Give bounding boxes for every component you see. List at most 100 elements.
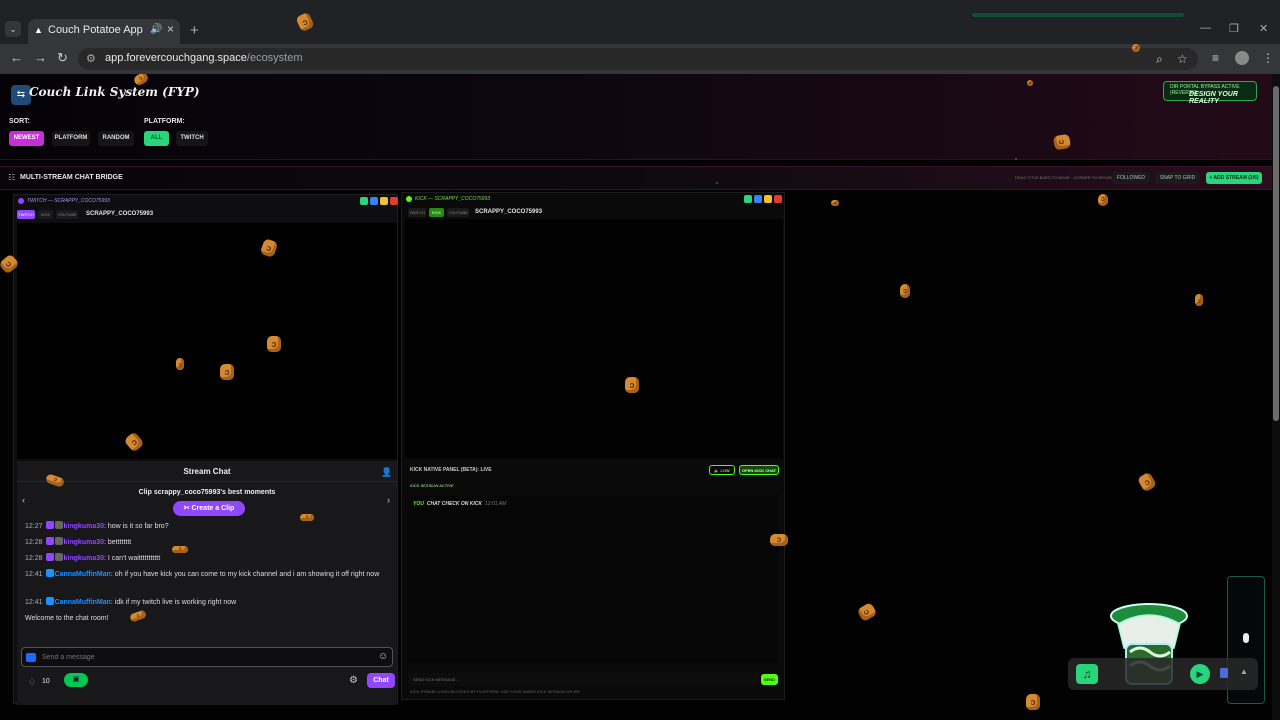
chat-username[interactable]: kingkuma30 <box>64 555 104 562</box>
glasses-badge-icon <box>54 521 63 529</box>
maximize-icon[interactable]: ❐ <box>1229 22 1239 35</box>
tab-strip-highlight <box>972 13 1184 17</box>
tab-twitch[interactable]: TWITCH <box>408 208 426 217</box>
address-bar[interactable]: ⚙ app.forevercouchgang.space/ecosystem ⌕… <box>78 48 1198 70</box>
panel-close-icon[interactable] <box>390 197 398 205</box>
close-tab-icon[interactable]: × <box>167 22 174 36</box>
chat-message: 12:27 kingkuma30: how is it so far bro? <box>25 521 169 530</box>
open-kick-chat-button[interactable]: OPEN KICK CHAT <box>739 465 779 475</box>
platform-twitch-button[interactable]: TWITCH <box>176 131 208 146</box>
chat-username[interactable]: CannaMuffinMan <box>55 599 111 606</box>
bridge-grid-icon: ☷ <box>8 173 16 182</box>
tab-youtube[interactable]: YOUTUBE <box>447 208 469 217</box>
panel-minimize-icon[interactable] <box>380 197 388 205</box>
sort-label: SORT: <box>9 118 30 125</box>
panel-expand-icon[interactable] <box>754 195 762 203</box>
gear-icon[interactable]: ⚙ <box>349 675 358 686</box>
chevron-right-icon[interactable]: › <box>387 495 390 505</box>
subscriber-badge-icon <box>45 521 54 529</box>
snap-to-grid-button[interactable]: SNAP TO GRID <box>1155 172 1200 184</box>
portal-status-badge: DIR PORTAL BYPASS ACTIVE (REVERSE) DESIG… <box>1163 81 1257 105</box>
claim-bonus-icon[interactable]: ▣ <box>64 673 88 687</box>
speaker-icon[interactable]: 🔊 <box>150 24 162 35</box>
channel-points-count: 10 <box>42 678 50 685</box>
favicon-icon: ▲ <box>34 25 43 35</box>
add-stream-button[interactable]: + ADD STREAM (2/6) <box>1206 172 1262 184</box>
chat-username[interactable]: kingkuma30 <box>64 523 104 530</box>
platform-all-button[interactable]: ALL <box>144 131 169 146</box>
expand-up-icon[interactable]: ▲ <box>1240 667 1248 676</box>
potato-icon: ɔ <box>1026 694 1040 710</box>
tab-twitch[interactable]: TWITCH <box>17 210 35 219</box>
chat-send-button[interactable]: Chat <box>367 673 395 688</box>
twitch-panel-title-bar[interactable]: TWITCH — SCRAPPY_COCO75993 <box>14 195 399 208</box>
scrollbar-thumb[interactable] <box>1273 86 1279 421</box>
browser-tab[interactable]: ▲ Couch Potatoe App 🔊 × <box>28 19 180 44</box>
panel-close-icon[interactable] <box>774 195 782 203</box>
followed-button[interactable]: FOLLOWED <box>1112 172 1150 184</box>
subscriber-badge-icon <box>45 553 54 561</box>
url-text[interactable]: app.forevercouchgang.space/ecosystem <box>105 52 303 64</box>
playlist-icon[interactable] <box>1220 668 1228 678</box>
minimize-icon[interactable]: — <box>1200 22 1211 34</box>
forward-icon[interactable]: → <box>34 50 47 65</box>
chat-identity-icon[interactable] <box>26 653 36 662</box>
kick-send-button[interactable]: SEND <box>761 674 778 685</box>
dock-toggle[interactable] <box>1243 633 1249 643</box>
kebab-menu-icon[interactable]: ⋮ <box>1262 51 1274 65</box>
media-control-icon[interactable]: ≡ <box>1212 51 1219 65</box>
bookmark-star-icon[interactable]: ☆ <box>1177 52 1188 66</box>
back-icon[interactable]: ← <box>10 50 23 65</box>
chat-username[interactable]: CannaMuffinMan <box>55 571 111 578</box>
potato-icon: ɔ <box>267 336 281 352</box>
twitch-video-player[interactable] <box>17 223 397 459</box>
page-scrollbar[interactable] <box>1272 74 1280 720</box>
chat-username[interactable]: kingkuma30 <box>64 539 104 546</box>
community-users-icon[interactable]: 👤 <box>381 467 392 478</box>
channel-points-icon[interactable]: ♢ <box>28 677 36 688</box>
new-tab-icon[interactable]: + <box>190 22 199 39</box>
twitch-panel-title: TWITCH — SCRAPPY_COCO75993 <box>27 198 110 204</box>
browser-toolbar: ← → ↻ ⚙ app.forevercouchgang.space/ecosy… <box>0 44 1280 74</box>
tab-youtube[interactable]: YOUTUBE <box>56 210 78 219</box>
site-info-icon[interactable]: ⚙ <box>86 52 96 65</box>
close-window-icon[interactable]: ✕ <box>1259 22 1268 35</box>
tab-search-icon[interactable]: ⌄ <box>5 21 21 37</box>
chat-message: 12:41 CannaMuffinMan: oh if you have kick… <box>25 569 380 578</box>
kick-panel-title: KICK — SCRAPPY_COCO75993 <box>415 196 491 202</box>
emoji-icon[interactable]: ☺ <box>378 651 388 662</box>
broadcaster-badge-icon <box>45 597 54 605</box>
chat-message-input[interactable] <box>42 648 362 666</box>
create-clip-button[interactable]: ✂ Create a Clip <box>173 501 245 516</box>
chat-message: 12:28 kingkuma30: I can't waittttttttttt <box>25 553 161 562</box>
potato-icon: ɔ <box>176 358 184 370</box>
panel-refresh-icon[interactable] <box>744 195 752 203</box>
glasses-badge-icon <box>54 537 63 545</box>
tab-kick[interactable]: KICK <box>38 210 53 219</box>
play-icon[interactable]: ▶ <box>1190 664 1210 684</box>
kick-message-input[interactable] <box>409 673 759 686</box>
sort-random-button[interactable]: RANDOM <box>98 131 134 146</box>
sort-platform-button[interactable]: PLATFORM <box>52 131 90 146</box>
sort-newest-button[interactable]: NEWEST <box>9 131 44 146</box>
tab-title: Couch Potatoe App <box>48 24 143 36</box>
music-note-icon[interactable]: ♫ <box>1076 664 1098 684</box>
menu-toggle-icon[interactable]: ⇆ <box>11 85 31 105</box>
chat-message-field[interactable]: ☺ <box>21 647 393 667</box>
panel-minimize-icon[interactable] <box>764 195 772 203</box>
tab-kick[interactable]: KICK <box>429 208 444 217</box>
potato-icon: ɔ <box>900 284 910 298</box>
zoom-icon[interactable]: ⌕ <box>1156 52 1163 67</box>
kick-low-button[interactable]: 🔈 LOW <box>709 465 735 475</box>
kick-chat-message: YOU CHAT CHECK ON KICK 12:01 AM <box>413 501 507 507</box>
chevron-left-icon[interactable]: ‹ <box>22 495 25 505</box>
kick-video-player[interactable] <box>405 219 783 459</box>
panel-refresh-icon[interactable] <box>360 197 368 205</box>
kick-dot-icon <box>406 196 412 202</box>
profile-avatar[interactable] <box>1235 51 1249 65</box>
panel-expand-icon[interactable] <box>370 197 378 205</box>
reload-icon[interactable]: ↻ <box>57 50 68 66</box>
kick-panel-title-bar[interactable]: KICK — SCRAPPY_COCO75993 <box>402 193 786 206</box>
kick-stream-panel: KICK — SCRAPPY_COCO75993 TWITCH KICK YOU… <box>401 192 785 700</box>
site-header: ⇆ Couch Link System (FYP) DIR PORTAL BYP… <box>0 74 1272 160</box>
